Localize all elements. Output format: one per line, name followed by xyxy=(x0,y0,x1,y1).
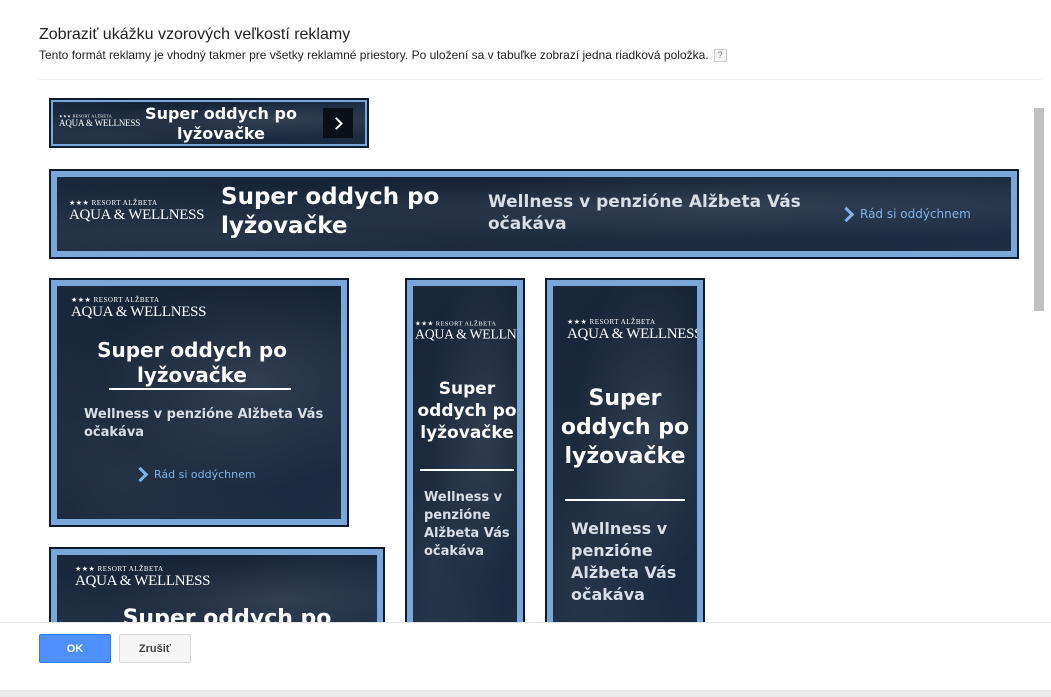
ad-headline-underline xyxy=(420,469,514,471)
ad-headline: Super oddych po lyžovačke xyxy=(97,338,287,387)
ad-logo-small: ★★★ RESORT ALŽBETA xyxy=(71,296,160,304)
ad-preview-rectangle: ★★★ RESORT ALŽBETA AQUA & WELLNESS Super… xyxy=(49,278,349,527)
ad-logo-big: AQUA & WELLNESS xyxy=(69,207,205,223)
ad-headline-underline xyxy=(109,388,291,390)
ad-logo: ★★★ RESORT ALŽBETA AQUA & WELLNESS xyxy=(567,318,703,343)
ad-headline: Super oddych po lyžovačke xyxy=(560,386,690,469)
chevron-right-icon xyxy=(132,466,149,483)
ad-preview-banner: ★★★ RESORT ALŽBETA AQUA & WELLNESS Super… xyxy=(49,98,369,148)
ad-logo-big: AQUA & WELLNESS xyxy=(415,327,523,343)
ad-preview-leaderboard: ★★★ RESORT ALŽBETA AQUA & WELLNESS Super… xyxy=(49,169,1019,259)
ad-logo-small: ★★★ RESORT ALŽBETA xyxy=(567,318,656,326)
ad-description: Wellness v penzióne Alžbeta Vás očakáva xyxy=(84,407,324,440)
chevron-right-icon xyxy=(330,116,343,130)
ad-headline: Super oddych po lyžovačke xyxy=(221,184,440,239)
help-icon[interactable]: ? xyxy=(713,48,727,62)
cancel-button[interactable]: Zrušiť xyxy=(119,634,191,663)
ad-logo: ★★★ RESORT ALŽBETA AQUA & WELLNESS xyxy=(69,199,205,224)
ad-headline: Super oddych po lyžovačke xyxy=(417,379,517,443)
dialog-description-text: Tento formát reklamy je vhodný takmer pr… xyxy=(39,48,709,62)
window-bottom-edge xyxy=(0,690,1051,697)
ad-logo-big: AQUA & WELLNESS xyxy=(567,326,703,342)
ad-cta-label: Rád si oddýchnem xyxy=(860,207,971,221)
ad-logo: ★★★ RESORT ALŽBETA AQUA & WELLNESS xyxy=(415,320,523,343)
ad-preview-wide-skyscraper: ★★★ RESORT ALŽBETA AQUA & WELLNESS Super… xyxy=(545,278,705,622)
dialog-description: Tento formát reklamy je vhodný takmer pr… xyxy=(39,48,727,62)
ad-description: Wellness v penzióne Alžbeta Vás očakáva xyxy=(571,519,677,604)
ad-preview-area[interactable]: ★★★ RESORT ALŽBETA AQUA & WELLNESS Super… xyxy=(0,82,1040,622)
ad-headline: Super oddych po lyžovačke xyxy=(145,104,297,143)
dialog-title: Zobraziť ukážku vzorových veľkostí rekla… xyxy=(39,26,351,43)
ad-logo: ★★★ RESORT ALŽBETA AQUA & WELLNESS xyxy=(59,114,140,129)
footer-divider xyxy=(0,622,1051,623)
ad-preview-skyscraper: ★★★ RESORT ALŽBETA AQUA & WELLNESS Super… xyxy=(405,278,525,622)
preview-scrollbar[interactable] xyxy=(1034,108,1044,311)
chevron-right-icon xyxy=(838,206,855,222)
ad-logo-small: ★★★ RESORT ALŽBETA xyxy=(415,320,497,328)
ad-cta-label: Rád si oddýchnem xyxy=(154,468,256,481)
header-divider xyxy=(39,79,1041,80)
ad-arrow-button xyxy=(323,108,353,138)
ok-button[interactable]: OK xyxy=(39,634,111,663)
ad-cta: Rád si oddýchnem xyxy=(132,466,256,483)
ad-logo-big: AQUA & WELLNESS xyxy=(71,304,207,320)
ad-preview-large-rectangle: ★★★ RESORT ALŽBETA AQUA & WELLNESS Super… xyxy=(49,547,385,622)
ad-description: Wellness v penzióne Alžbeta Vás očakáva xyxy=(424,490,510,559)
ad-logo: ★★★ RESORT ALŽBETA AQUA & WELLNESS xyxy=(71,296,207,321)
ad-logo: ★★★ RESORT ALŽBETA AQUA & WELLNESS xyxy=(75,565,211,590)
ad-logo-small: ★★★ RESORT ALŽBETA xyxy=(75,565,164,573)
ad-logo-big: AQUA & WELLNESS xyxy=(59,118,141,129)
ad-logo-big: AQUA & WELLNESS xyxy=(75,573,211,589)
ad-headline-underline xyxy=(565,499,685,501)
ad-cta: Rád si oddýchnem xyxy=(838,206,971,222)
ad-headline: Super oddych po lyžovačke xyxy=(122,606,332,622)
ad-description: Wellness v penzióne Alžbeta Vás očakáva xyxy=(488,192,801,234)
ad-logo-small: ★★★ RESORT ALŽBETA xyxy=(69,199,158,207)
